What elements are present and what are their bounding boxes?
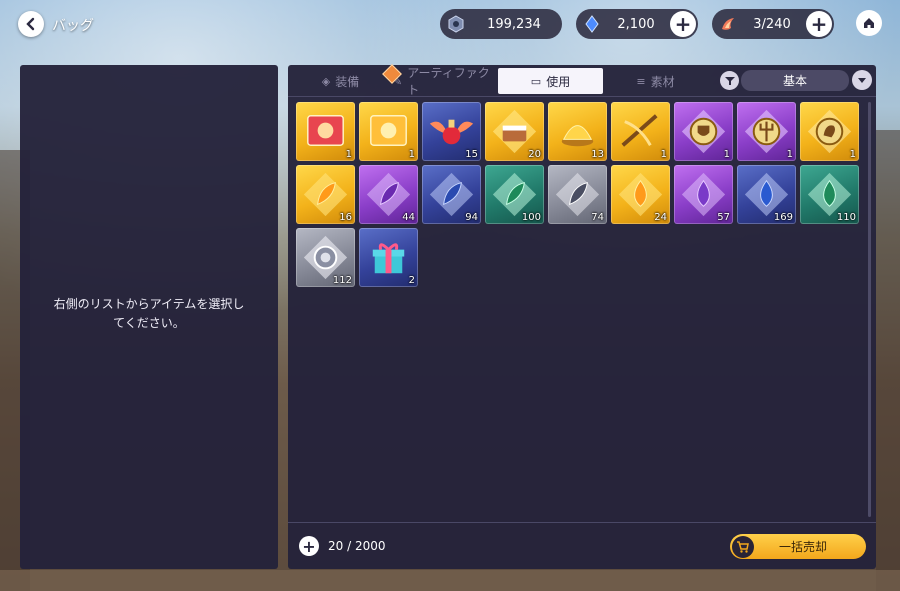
scrollbar[interactable] [868,102,871,517]
crystal-plus-button[interactable]: + [670,11,696,37]
inventory-panel: ◈ 装備 ✎ アーティファクト ▭ 使用 ≡ 素材 基本 1 1 15 20 13 1 1 1… [288,64,876,569]
item-count: 169 [773,212,793,223]
bulk-sell-button[interactable]: 一括売却 [730,534,866,559]
inventory-item[interactable]: 112 [296,228,355,287]
expand-inventory-button[interactable]: + [299,536,319,556]
crystal-value: 2,100 [617,16,655,32]
stamina-currency: 3/240 + [712,9,834,39]
inventory-item[interactable]: 1 [296,102,355,161]
inventory-item[interactable]: 13 [548,102,607,161]
inventory-item[interactable]: 94 [422,165,481,224]
item-count: 112 [332,275,352,286]
inventory-item[interactable]: 2 [359,228,418,287]
page-title: バッグ [52,18,94,34]
item-count: 100 [521,212,541,223]
inventory-item[interactable]: 169 [737,165,796,224]
item-count: 110 [836,212,856,223]
home-button[interactable] [856,10,882,36]
item-count: 13 [591,149,604,160]
sort-select[interactable]: 基本 [741,70,849,91]
bulk-sell-label: 一括売却 [778,540,827,554]
inventory-item[interactable]: 1 [359,102,418,161]
item-count: 20 [528,149,541,160]
inventory-item[interactable]: 1 [800,102,859,161]
inventory-item[interactable]: 24 [611,165,670,224]
item-count: 1 [849,149,856,160]
material-icon: ≡ [636,74,646,88]
tab-label: 素材 [650,74,675,89]
stamina-value: 3/240 [753,16,791,32]
inventory-item[interactable]: 44 [359,165,418,224]
item-count: 1 [723,149,730,160]
tab-artifact[interactable]: ✎ アーティファクト [393,66,498,97]
tab-label: 装備 [335,74,360,89]
item-grid: 1 1 15 20 13 1 1 1 1 16 44 94 100 74 24 57 169 110 112 2 [296,102,868,287]
tab-material[interactable]: ≡ 素材 [603,68,708,94]
back-arrow-icon [26,17,35,31]
item-detail-panel: 右側のリストからアイテムを選択してください。 [20,65,278,569]
equipment-icon: ◈ [321,74,331,88]
plus-icon: + [302,536,316,556]
hex-coin-icon [446,14,466,34]
footer-divider [288,522,876,523]
item-count: 2 [408,275,415,286]
item-count: 1 [408,149,415,160]
consumable-icon: ▭ [530,74,542,88]
tab-consumable[interactable]: ▭ 使用 [498,68,603,94]
tab-label: アーティファクト [407,66,490,97]
filter-button[interactable] [720,71,739,90]
back-button[interactable] [18,11,44,37]
item-count: 74 [591,212,604,223]
tab-divider [288,96,876,97]
item-count: 15 [465,149,478,160]
inventory-item[interactable]: 20 [485,102,544,161]
inventory-item[interactable]: 1 [611,102,670,161]
item-count: 44 [402,212,415,223]
cart-icon [732,535,754,558]
item-count: 16 [339,212,352,223]
inventory-item[interactable]: 100 [485,165,544,224]
coin-currency: 199,234 [440,9,562,39]
filter-icon [724,76,735,85]
inventory-item[interactable]: 1 [674,102,733,161]
stamina-plus-button[interactable]: + [806,11,832,37]
coin-value: 199,234 [487,16,541,32]
flame-icon [718,14,738,34]
inventory-item[interactable]: 1 [737,102,796,161]
item-count: 24 [654,212,667,223]
sort-order-button[interactable] [852,70,872,90]
tab-equipment[interactable]: ◈ 装備 [288,68,393,94]
tab-label: 使用 [546,74,571,89]
item-count: 1 [345,149,352,160]
inventory-item[interactable]: 57 [674,165,733,224]
inventory-item[interactable]: 15 [422,102,481,161]
inventory-item[interactable]: 110 [800,165,859,224]
select-item-hint: 右側のリストからアイテムを選択してください。 [53,297,245,330]
item-count: 1 [660,149,667,160]
item-count: 94 [465,212,478,223]
inventory-item[interactable]: 16 [296,165,355,224]
crystal-currency: 2,100 + [576,9,698,39]
chevron-down-icon [858,78,866,83]
item-count: 1 [786,149,793,160]
category-tabs: ◈ 装備 ✎ アーティファクト ▭ 使用 ≡ 素材 [288,64,708,97]
blue-crystal-icon [582,14,602,34]
inventory-item[interactable]: 74 [548,165,607,224]
inventory-capacity: 20 / 2000 [328,539,386,553]
home-icon [864,18,874,28]
item-count: 57 [717,212,730,223]
